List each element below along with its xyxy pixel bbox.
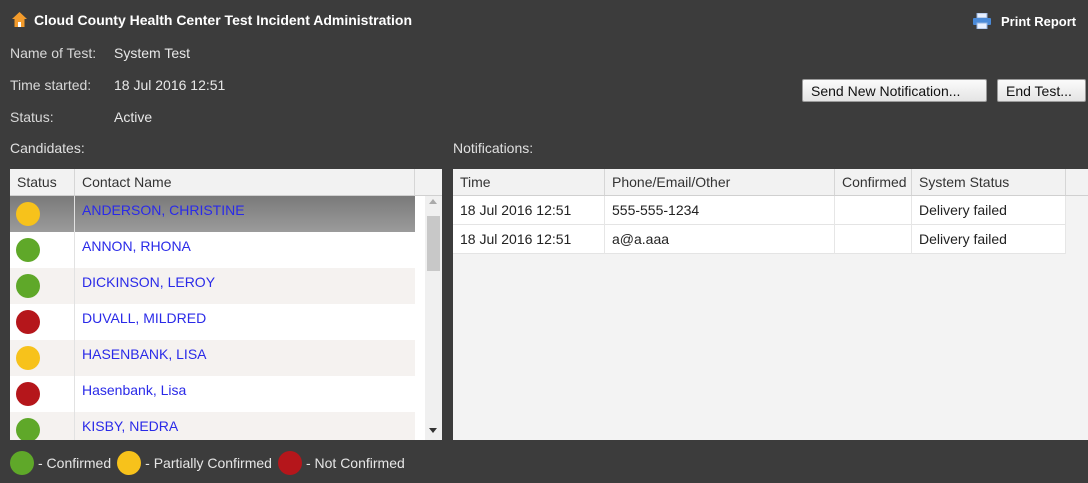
time-started-value: 18 Jul 2016 12:51 [114,77,226,93]
notification-row[interactable]: 18 Jul 2016 12:51 a@a.aaa Delivery failed [453,225,1066,254]
notification-row[interactable]: 18 Jul 2016 12:51 555-555-1234 Delivery fa… [453,196,1066,225]
legend-not-confirmed-dot [277,451,302,475]
status-cell [10,412,75,440]
contact-name-link[interactable]: KISBY, NEDRA [82,412,178,440]
legend-confirmed-dot [10,451,34,475]
status-not-confirmed-dot [16,382,40,406]
status-cell [10,340,75,376]
column-header-phone-email[interactable]: Phone/Email/Other [605,169,835,195]
column-header-time[interactable]: Time [453,169,605,195]
candidates-table: Status Contact Name ANDERSON, CHRISTINE A… [10,169,442,440]
column-header-contact-name[interactable]: Contact Name [75,169,415,195]
status-confirmed-dot [16,238,40,262]
cell-time: 18 Jul 2016 12:51 [453,196,605,225]
cell-phone-email: a@a.aaa [605,225,835,254]
title-bar: Cloud County Health Center Test Incident… [0,0,1088,40]
candidate-row[interactable]: DICKINSON, LEROY [10,268,415,304]
contact-name-link[interactable]: DICKINSON, LEROY [82,268,215,297]
legend-partial-label: - Partially Confirmed [145,455,272,471]
status-cell [10,376,75,412]
name-of-test-label: Name of Test: [10,45,97,61]
candidate-row[interactable]: ANNON, RHONA [10,232,415,268]
scroll-thumb[interactable] [427,216,440,271]
scroll-up-icon[interactable] [429,199,437,204]
status-partial-dot [16,202,40,226]
notifications-table: Time Phone/Email/Other Confirmed System … [453,169,1088,440]
home-icon[interactable] [12,12,27,27]
cell-phone-email: 555-555-1234 [605,196,835,225]
cell-system-status: Delivery failed [912,225,1066,254]
candidates-list: ANDERSON, CHRISTINE ANNON, RHONA DICKINSON… [10,196,415,440]
notifications-header: Time Phone/Email/Other Confirmed System … [453,169,1088,196]
candidates-scrollbar[interactable] [425,196,442,440]
send-new-notification-button[interactable]: Send New Notification... [802,79,987,102]
cell-confirmed [835,196,912,225]
status-confirmed-dot [16,274,40,298]
print-report-button[interactable]: Print Report [973,10,1076,32]
end-test-button[interactable]: End Test... [997,79,1086,102]
candidates-label: Candidates: [10,140,85,156]
contact-name-link[interactable]: DUVALL, MILDRED [82,304,206,333]
status-partial-dot [16,346,40,370]
time-started-label: Time started: [10,77,92,93]
candidate-row[interactable]: Hasenbank, Lisa [10,376,415,412]
candidate-row[interactable]: ANDERSON, CHRISTINE [10,196,415,232]
contact-name-link[interactable]: ANDERSON, CHRISTINE [82,196,245,225]
contact-name-link[interactable]: ANNON, RHONA [82,232,191,261]
contact-name-link[interactable]: Hasenbank, Lisa [82,376,186,405]
print-report-label: Print Report [1001,13,1077,29]
legend-partial-dot [117,451,142,475]
status-cell [10,304,75,340]
status-cell [10,268,75,304]
notifications-label: Notifications: [453,140,534,156]
cell-confirmed [835,225,912,254]
column-header-system-status[interactable]: System Status [912,169,1066,195]
legend-not-confirmed-label: - Not Confirmed [305,455,405,471]
printer-icon [973,13,991,29]
cell-system-status: Delivery failed [912,196,1066,225]
status-legend: - Confirmed - Partially Confirmed - Not … [10,451,411,475]
cell-time: 18 Jul 2016 12:51 [453,225,605,254]
scroll-down-icon[interactable] [429,428,437,433]
status-confirmed-dot [16,418,40,440]
legend-confirmed-label: - Confirmed [38,455,112,471]
status-cell [10,196,75,232]
status-value: Active [114,109,153,125]
app-title: Cloud County Health Center Test Incident… [34,12,413,28]
name-of-test-value: System Test [114,45,190,61]
status-not-confirmed-dot [16,310,40,334]
candidates-header: Status Contact Name [10,169,442,196]
status-label: Status: [10,109,54,125]
candidate-row[interactable]: HASENBANK, LISA [10,340,415,376]
candidate-row[interactable]: KISBY, NEDRA [10,412,415,440]
status-cell [10,232,75,268]
contact-name-link[interactable]: HASENBANK, LISA [82,340,207,369]
column-header-confirmed[interactable]: Confirmed [835,169,912,195]
column-header-status[interactable]: Status [10,169,75,195]
candidate-row[interactable]: DUVALL, MILDRED [10,304,415,340]
